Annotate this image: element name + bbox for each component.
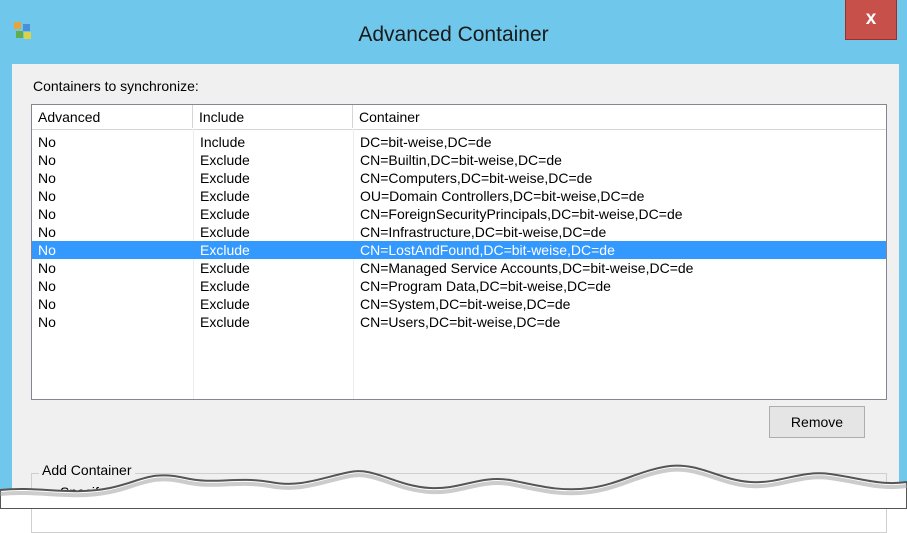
- torn-edge-overlay: [0, 464, 907, 509]
